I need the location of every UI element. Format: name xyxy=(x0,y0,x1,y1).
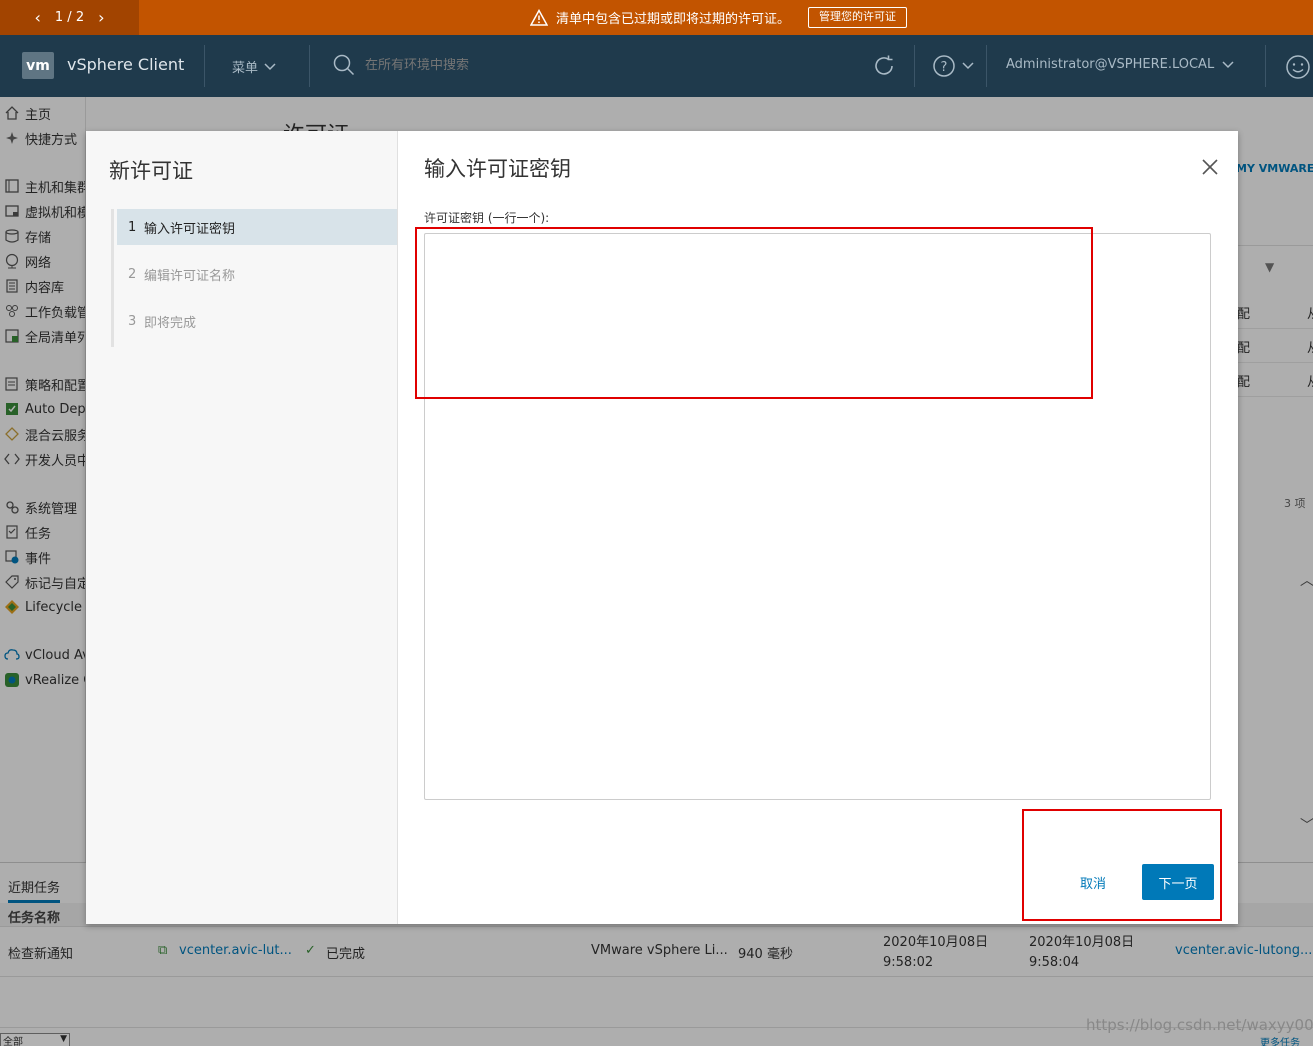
header-divider xyxy=(986,45,987,87)
step-label: 编辑许可证名称 xyxy=(144,268,236,284)
step-number: 2 xyxy=(128,266,137,282)
step-number: 1 xyxy=(128,219,137,235)
alert-banner: ‹ 1 / 2 › 清单中包含已过期或即将过期的许可证。 管理您的许可证 xyxy=(0,0,1313,35)
alert-content: 清单中包含已过期或即将过期的许可证。 管理您的许可证 xyxy=(530,6,908,29)
step-label: 输入许可证密钥 xyxy=(144,221,236,237)
app-header: vm vSphere Client 菜单 ? Administrator@VSP… xyxy=(0,35,1313,97)
chevron-down-icon xyxy=(1222,60,1234,68)
manage-licenses-button[interactable]: 管理您的许可证 xyxy=(808,7,908,28)
header-divider xyxy=(309,45,310,87)
app-title[interactable]: vSphere Client xyxy=(67,55,184,74)
alert-pager: ‹ 1 / 2 › xyxy=(0,0,139,35)
vm-logo: vm xyxy=(22,52,54,79)
pane-title: 输入许可证密钥 xyxy=(424,157,571,181)
menu-dropdown[interactable]: 菜单 xyxy=(232,57,276,76)
menu-label: 菜单 xyxy=(232,61,259,76)
close-icon[interactable] xyxy=(1200,157,1220,177)
wizard-step-1[interactable]: 1 输入许可证密钥 xyxy=(117,209,397,245)
header-divider xyxy=(1265,45,1266,87)
alert-message: 清单中包含已过期或即将过期的许可证。 xyxy=(556,12,791,27)
warning-icon xyxy=(530,8,548,26)
user-menu[interactable]: Administrator@VSPHERE.LOCAL xyxy=(1006,57,1234,72)
steps-track xyxy=(111,209,114,347)
wizard-content: 输入许可证密钥 许可证密钥 (一行一个): 取消 下一页 xyxy=(398,131,1238,924)
chevron-left-icon[interactable]: ‹ xyxy=(35,9,41,26)
global-search[interactable] xyxy=(333,54,665,76)
wizard-step-3: 3 即将完成 xyxy=(117,303,397,339)
header-divider xyxy=(204,45,205,87)
header-divider xyxy=(914,45,915,87)
license-key-label: 许可证密钥 (一行一个): xyxy=(424,211,550,225)
chevron-down-icon xyxy=(264,62,276,70)
chevron-down-icon xyxy=(962,62,974,70)
step-number: 3 xyxy=(128,313,137,329)
help-menu[interactable]: ? xyxy=(932,54,974,78)
alert-pager-text: 1 / 2 xyxy=(54,10,85,25)
license-key-input[interactable] xyxy=(424,233,1211,800)
new-license-wizard: 新许可证 1 输入许可证密钥 2 编辑许可证名称 3 即将完成 输入许可证密钥 … xyxy=(86,131,1238,924)
cancel-button[interactable]: 取消 xyxy=(1063,865,1123,899)
step-label: 即将完成 xyxy=(144,315,197,331)
svg-text:?: ? xyxy=(941,60,948,75)
watermark: https://blog.csdn.net/waxyy002 xyxy=(1086,1016,1313,1034)
chevron-right-icon[interactable]: › xyxy=(98,9,104,26)
refresh-icon[interactable] xyxy=(872,54,896,78)
next-button[interactable]: 下一页 xyxy=(1142,864,1214,900)
wizard-step-2: 2 编辑许可证名称 xyxy=(117,256,397,292)
search-icon xyxy=(333,54,355,76)
feedback-smiley-icon[interactable] xyxy=(1285,54,1311,80)
search-input[interactable] xyxy=(365,57,665,73)
help-icon: ? xyxy=(933,55,955,77)
user-name: Administrator@VSPHERE.LOCAL xyxy=(1006,57,1215,72)
wizard-title: 新许可证 xyxy=(109,159,193,183)
wizard-steps-panel: 新许可证 1 输入许可证密钥 2 编辑许可证名称 3 即将完成 xyxy=(86,131,398,924)
